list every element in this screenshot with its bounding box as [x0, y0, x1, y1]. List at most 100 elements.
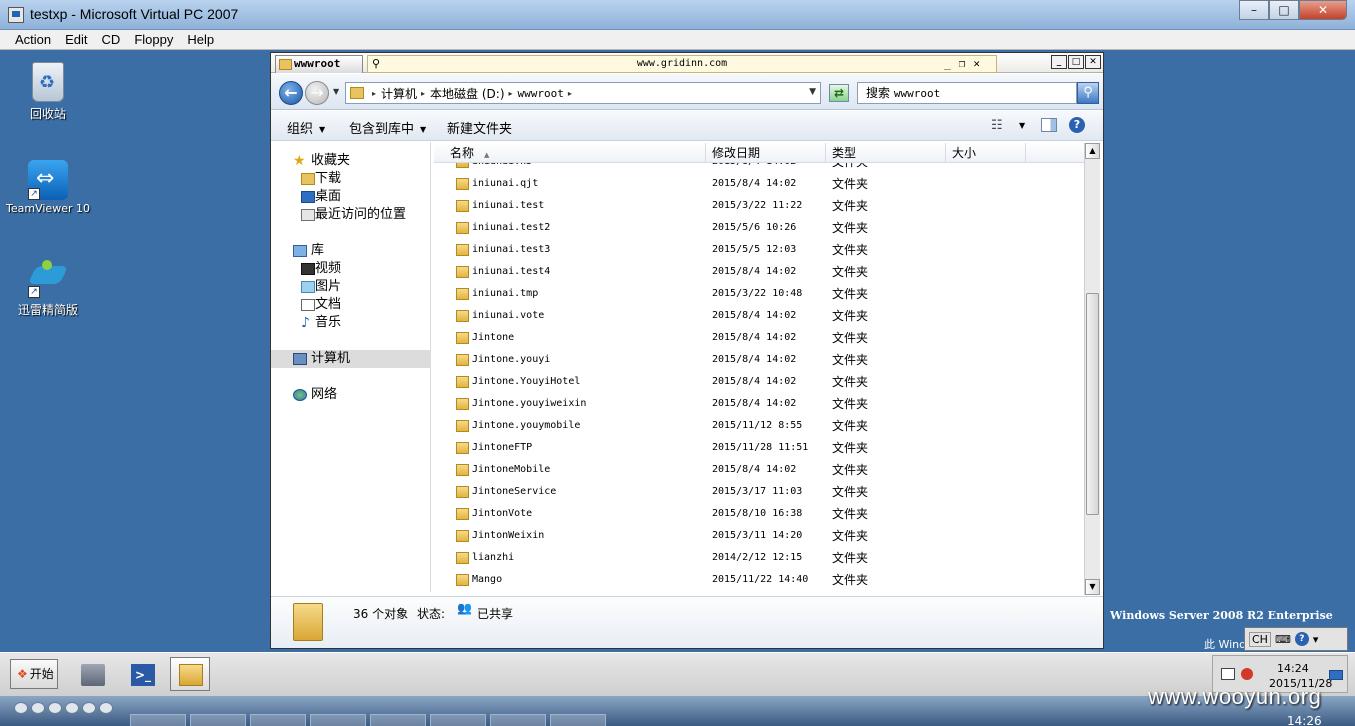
back-button[interactable]: ←: [279, 81, 303, 105]
host-task-button[interactable]: [550, 714, 606, 726]
nav-computer[interactable]: 计算机: [271, 350, 430, 368]
search-icon[interactable]: ⚲: [1077, 82, 1099, 104]
taskbar-server-manager[interactable]: [72, 657, 112, 691]
column-size[interactable]: 大小: [946, 143, 1026, 163]
file-row[interactable]: lianzhi 2014/2/12 12:15 文件夹: [434, 547, 1084, 569]
nav-pictures[interactable]: 图片: [271, 278, 430, 296]
file-row[interactable]: JintoneFTP 2015/11/28 11:51 文件夹: [434, 437, 1084, 459]
nav-videos[interactable]: 视频: [271, 260, 430, 278]
host-close-button[interactable]: ✕: [1299, 0, 1347, 20]
file-row[interactable]: iniunai.test2 2015/5/6 10:26 文件夹: [434, 217, 1084, 239]
nav-recent[interactable]: 最近访问的位置: [271, 206, 430, 224]
tab-controls[interactable]: _❐✕: [944, 56, 988, 72]
chevron-right-icon[interactable]: ▸: [372, 89, 376, 98]
file-row[interactable]: Jintone.youymobile 2015/11/12 8:55 文件夹: [434, 415, 1084, 437]
forward-button[interactable]: →: [305, 81, 329, 105]
menu-help[interactable]: Help: [180, 30, 221, 49]
keyboard-icon[interactable]: ⌨: [1275, 633, 1291, 646]
file-row[interactable]: Mango 2015/11/22 14:40 文件夹: [434, 569, 1084, 591]
file-row[interactable]: JintoneService 2015/3/17 11:03 文件夹: [434, 481, 1084, 503]
view-dropdown-icon[interactable]: ▼: [1019, 121, 1025, 130]
history-dropdown[interactable]: ▼: [333, 87, 339, 96]
volume-muted-icon[interactable]: [1241, 668, 1253, 680]
desktop-icon-teamviewer[interactable]: ↗ TeamViewer 10: [6, 160, 90, 215]
search-input[interactable]: 搜索 wwwroot: [857, 82, 1077, 104]
host-quicklaunch-icon[interactable]: [82, 702, 96, 714]
host-task-button[interactable]: [130, 714, 186, 726]
scroll-down-icon[interactable]: ▼: [1085, 579, 1100, 595]
menu-cd[interactable]: CD: [95, 30, 128, 49]
nav-libraries[interactable]: 库: [271, 242, 430, 260]
tab-wwwroot[interactable]: wwwroot: [275, 55, 363, 73]
file-row[interactable]: iniunai.vote 2015/8/4 14:02 文件夹: [434, 305, 1084, 327]
language-indicator[interactable]: CH: [1249, 631, 1271, 647]
column-modified[interactable]: 修改日期: [706, 143, 826, 163]
file-row[interactable]: Jintone.youyiweixin 2015/8/4 14:02 文件夹: [434, 393, 1084, 415]
file-row[interactable]: iniunai.qjt 2015/8/4 14:02 文件夹: [434, 173, 1084, 195]
file-row[interactable]: iniunai.test4 2015/8/4 14:02 文件夹: [434, 261, 1084, 283]
column-name[interactable]: 名称 ▲: [434, 143, 706, 163]
address-box[interactable]: ▸ 计算机 ▸ 本地磁盘 (D:) ▸ wwwroot ▸ ▼: [345, 82, 821, 104]
address-dropdown-icon[interactable]: ▼: [809, 87, 816, 97]
host-quicklaunch-icon[interactable]: [48, 702, 62, 714]
desktop-icon-thunder[interactable]: ↗ 迅雷精简版: [6, 258, 90, 318]
file-row[interactable]: JintoneMobile 2015/8/4 14:02 文件夹: [434, 459, 1084, 481]
menu-edit[interactable]: Edit: [58, 30, 94, 49]
menu-action[interactable]: Action: [8, 30, 58, 49]
host-task-button[interactable]: [490, 714, 546, 726]
language-bar[interactable]: CH ⌨ ? ▾: [1244, 627, 1348, 651]
start-button[interactable]: ❖ 开始: [10, 659, 58, 689]
new-folder-button[interactable]: 新建文件夹: [447, 118, 512, 137]
show-desktop-icon[interactable]: [1329, 670, 1343, 680]
network-status-icon[interactable]: [1221, 668, 1235, 680]
host-task-button[interactable]: [310, 714, 366, 726]
file-list-scrollbar[interactable]: ▲ ▼: [1084, 143, 1100, 595]
clock-time[interactable]: 14:24: [1277, 662, 1309, 675]
file-row[interactable]: Jintone 2015/8/4 14:02 文件夹: [434, 327, 1084, 349]
host-quicklaunch-icon[interactable]: [31, 702, 45, 714]
nav-music[interactable]: ♪ 音乐: [271, 314, 430, 332]
host-task-button[interactable]: [190, 714, 246, 726]
help-icon[interactable]: ?: [1069, 117, 1085, 133]
menu-floppy[interactable]: Floppy: [127, 30, 180, 49]
file-row[interactable]: Jintone.YouyiHotel 2015/8/4 14:02 文件夹: [434, 371, 1084, 393]
nav-desktop[interactable]: 桌面: [271, 188, 430, 206]
host-maximize-button[interactable]: □: [1269, 0, 1299, 20]
host-quicklaunch-icon[interactable]: [65, 702, 79, 714]
breadcrumb-drive[interactable]: 本地磁盘 (D:): [430, 85, 504, 102]
nav-documents[interactable]: 文档: [271, 296, 430, 314]
language-bar-options-icon[interactable]: ▾: [1313, 633, 1319, 646]
organize-button[interactable]: 组织 ▼: [287, 118, 325, 137]
host-clock[interactable]: 14:26: [1287, 714, 1322, 726]
chevron-right-icon[interactable]: ▸: [421, 89, 425, 98]
scroll-thumb[interactable]: [1086, 293, 1099, 515]
taskbar-explorer[interactable]: [170, 657, 210, 691]
explorer-maximize-button[interactable]: □: [1068, 55, 1084, 69]
breadcrumb-wwwroot[interactable]: wwwroot: [518, 87, 564, 100]
file-row[interactable]: iniunai.tmp 2015/3/22 10:48 文件夹: [434, 283, 1084, 305]
view-icon[interactable]: ☷: [991, 118, 1003, 133]
include-in-library-button[interactable]: 包含到库中 ▼: [349, 118, 426, 137]
host-quicklaunch-icon[interactable]: [99, 702, 113, 714]
file-row[interactable]: JintonWeixin 2015/3/11 14:20 文件夹: [434, 525, 1084, 547]
nav-downloads[interactable]: 下载: [271, 170, 430, 188]
file-row[interactable]: iniunai.test 2015/3/22 11:22 文件夹: [434, 195, 1084, 217]
host-task-button[interactable]: [430, 714, 486, 726]
chevron-right-icon[interactable]: ▸: [509, 89, 513, 98]
taskbar-powershell[interactable]: >_: [122, 657, 162, 691]
preview-pane-icon[interactable]: [1041, 118, 1057, 132]
host-quicklaunch-icon[interactable]: [14, 702, 28, 714]
file-row[interactable]: Jintone.youyi 2015/8/4 14:02 文件夹: [434, 349, 1084, 371]
tab-url[interactable]: ⚲ www.gridinn.com _❐✕: [367, 55, 997, 73]
explorer-close-button[interactable]: ✕: [1085, 55, 1101, 69]
host-minimize-button[interactable]: –: [1239, 0, 1269, 20]
host-task-button[interactable]: [250, 714, 306, 726]
refresh-button[interactable]: ⇄: [829, 84, 849, 102]
nav-favorites[interactable]: ★ 收藏夹: [271, 152, 430, 170]
scroll-up-icon[interactable]: ▲: [1085, 143, 1100, 159]
desktop-icon-recycle-bin[interactable]: 回收站: [6, 62, 90, 122]
file-row[interactable]: iniunai.h5 2015/8/4 14:02 文件夹: [434, 163, 1084, 173]
help-icon[interactable]: ?: [1294, 632, 1309, 646]
column-type[interactable]: 类型: [826, 143, 946, 163]
file-row[interactable]: JintonVote 2015/8/10 16:38 文件夹: [434, 503, 1084, 525]
